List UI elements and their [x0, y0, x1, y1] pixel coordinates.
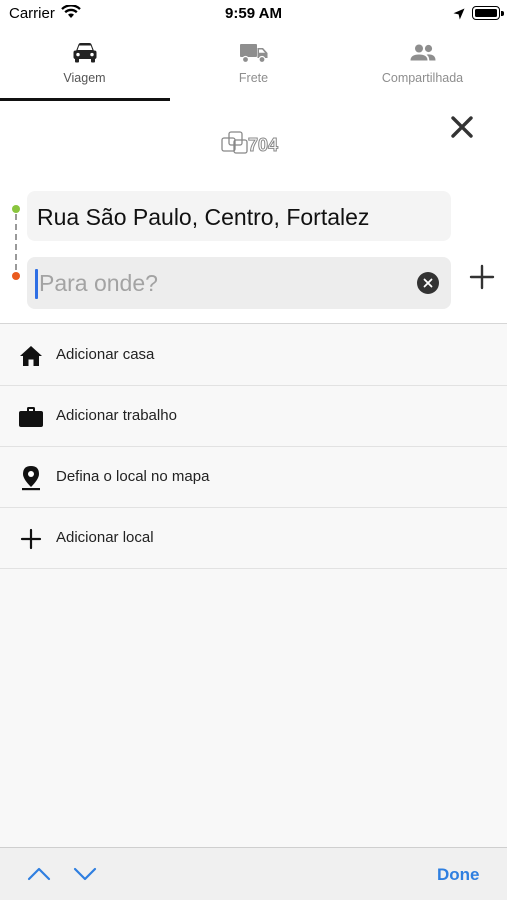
clear-icon: [423, 278, 433, 288]
route-panel: 704 Rua São Paulo, Centro, Fortalez: [0, 102, 507, 324]
app-logo: 704: [220, 129, 290, 162]
tab-label: Viagem: [63, 71, 106, 85]
status-bar: Carrier 9:59 AM: [0, 0, 507, 26]
battery-icon: [472, 6, 504, 20]
plus-icon: [469, 264, 495, 290]
destination-input[interactable]: [39, 266, 399, 300]
tab-frete[interactable]: Frete: [169, 26, 338, 102]
tab-label: Compartilhada: [381, 71, 464, 85]
clock: 9:59 AM: [225, 5, 282, 22]
car-icon: [0, 42, 169, 64]
chevron-down-icon: [73, 867, 97, 881]
home-icon: [18, 343, 44, 369]
done-button[interactable]: Done: [437, 865, 480, 885]
close-icon: [451, 116, 473, 138]
clear-button[interactable]: [417, 272, 439, 294]
add-stop-button[interactable]: [467, 262, 497, 292]
tab-compartilhada[interactable]: Compartilhada: [338, 26, 507, 102]
tab-label: Frete: [238, 71, 269, 85]
truck-icon: [169, 42, 338, 64]
list-item-label: Adicionar local: [56, 529, 154, 546]
origin-dot: [12, 205, 20, 213]
route-connector: [15, 214, 17, 270]
map-pin-icon: [18, 465, 44, 491]
plus-icon: [18, 526, 44, 552]
location-arrow-icon: [453, 7, 465, 25]
destination-dot: [12, 272, 20, 280]
logo-text: 704: [248, 135, 278, 155]
list-item-add-home[interactable]: Adicionar casa: [0, 325, 507, 386]
chevron-up-icon: [27, 867, 51, 881]
keyboard-toolbar: Done: [0, 847, 507, 900]
list-item-label: Defina o local no mapa: [56, 468, 210, 485]
origin-address: Rua São Paulo, Centro, Fortalez: [37, 204, 370, 230]
next-field-button[interactable]: [73, 863, 97, 885]
list-item-label: Adicionar casa: [56, 346, 155, 363]
active-tab-indicator: [0, 98, 170, 101]
text-cursor: [35, 269, 38, 299]
shortcut-list: Adicionar casa Adicionar trabalho Defina…: [0, 325, 507, 569]
previous-field-button[interactable]: [27, 863, 51, 885]
tab-viagem[interactable]: Viagem: [0, 26, 169, 102]
briefcase-icon: [18, 404, 44, 430]
origin-field[interactable]: Rua São Paulo, Centro, Fortalez: [27, 191, 451, 241]
destination-field[interactable]: [27, 257, 451, 309]
service-tabs: Viagem Frete Compartilhada: [0, 26, 507, 102]
people-icon: [338, 42, 507, 64]
list-item-label: Adicionar trabalho: [56, 407, 177, 424]
list-item-add-work[interactable]: Adicionar trabalho: [0, 386, 507, 447]
list-item-set-on-map[interactable]: Defina o local no mapa: [0, 447, 507, 508]
close-button[interactable]: [447, 112, 477, 142]
list-item-add-place[interactable]: Adicionar local: [0, 508, 507, 569]
